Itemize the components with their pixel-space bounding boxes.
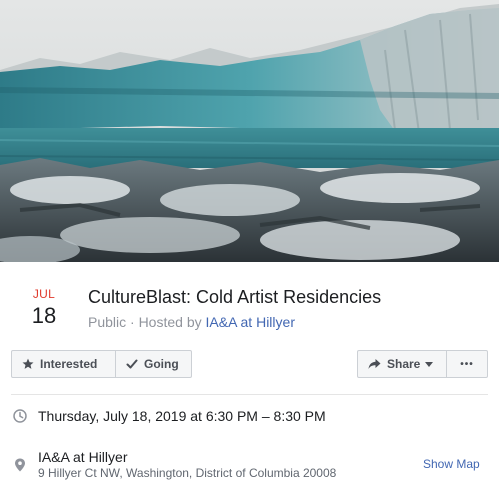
event-month: JUL [32,287,56,301]
star-icon [22,358,34,370]
event-date-badge: JUL 18 [24,287,64,329]
share-label: Share [387,357,421,371]
more-label: ••• [460,358,474,370]
interested-button[interactable]: Interested [11,350,116,378]
event-privacy: Public · Hosted by [88,314,206,330]
event-time-row: Thursday, July 18, 2019 at 6:30 PM – 8:3… [0,405,499,429]
event-datetime: Thursday, July 18, 2019 at 6:30 PM – 8:3… [38,408,326,424]
map-pin-icon [14,458,26,477]
event-location-row: IA&A at Hillyer 9 Hillyer Ct NW, Washing… [0,446,499,482]
going-label: Going [144,357,179,371]
clock-icon [13,409,27,428]
event-cover-photo[interactable] [0,0,499,262]
share-button[interactable]: Share [357,350,447,378]
event-meta: Public · Hosted by IA&A at Hillyer [88,313,295,331]
going-button[interactable]: Going [115,350,192,378]
event-host-link[interactable]: IA&A at Hillyer [206,314,295,330]
show-map-link[interactable]: Show Map [423,457,480,471]
more-options-button[interactable]: ••• [446,350,488,378]
event-title: CultureBlast: Cold Artist Residencies [88,287,382,307]
checkmark-icon [126,358,138,370]
interested-label: Interested [40,357,98,371]
place-address: 9 Hillyer Ct NW, Washington, District of… [38,466,337,480]
place-name[interactable]: IA&A at Hillyer [38,449,127,465]
event-header: JUL 18 CultureBlast: Cold Artist Residen… [0,262,499,342]
glacier-landscape-image [0,0,499,262]
divider [11,394,488,395]
event-day: 18 [31,303,57,328]
share-arrow-icon [368,358,381,370]
chevron-down-icon [425,361,434,367]
